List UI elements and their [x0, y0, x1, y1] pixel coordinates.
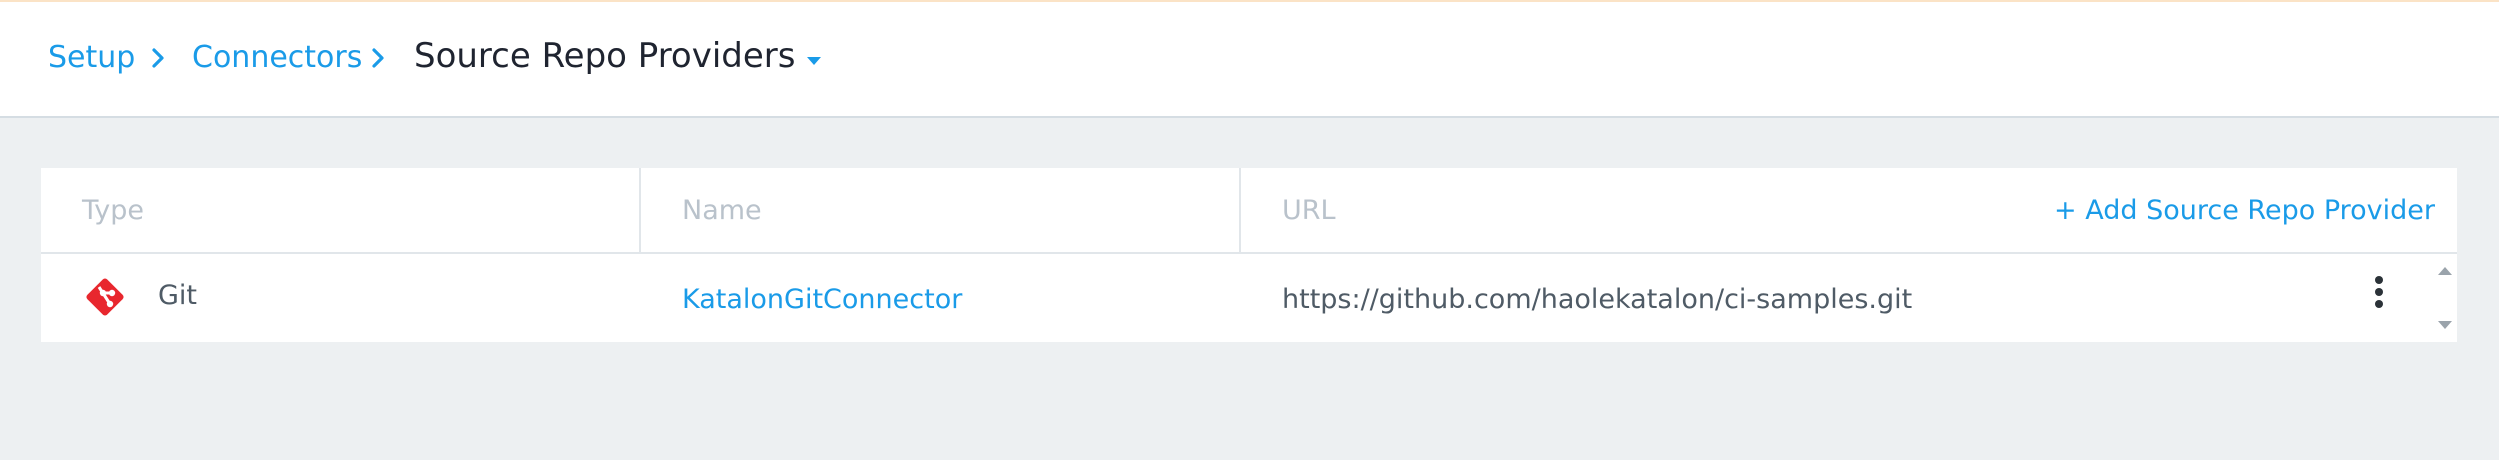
scroll-down-arrow-icon[interactable] — [2436, 318, 2454, 332]
chevron-right-icon — [152, 48, 164, 68]
scroll-up-arrow-icon[interactable] — [2436, 264, 2454, 278]
caret-down-icon[interactable] — [804, 54, 824, 68]
table-row: Git KatalonGitConnector https://github.c… — [41, 254, 2457, 342]
row-name-link[interactable]: KatalonGitConnector — [682, 280, 962, 320]
breadcrumb-connectors[interactable]: Connectors — [192, 38, 362, 78]
add-source-repo-provider-button[interactable]: + Add Source Repo Provider — [2054, 168, 2435, 254]
column-header-type: Type — [41, 168, 641, 254]
source-repo-providers-table: Type Name URL + Add Source Repo Provider… — [41, 168, 2457, 342]
page-title: Source Repo Providers — [414, 36, 796, 76]
row-type-label: Git — [158, 280, 198, 311]
row-url: https://github.com/haolekatalon/ci-sampl… — [1282, 284, 1913, 315]
kebab-menu-icon[interactable] — [2361, 270, 2397, 322]
table-header: Type Name URL + Add Source Repo Provider — [41, 168, 2457, 254]
page-header: Setup Connectors Source Repo Providers — [0, 0, 2499, 118]
chevron-right-icon — [372, 48, 384, 68]
breadcrumb-setup[interactable]: Setup — [48, 38, 135, 78]
column-header-name: Name — [641, 168, 1241, 254]
git-icon — [86, 278, 124, 316]
